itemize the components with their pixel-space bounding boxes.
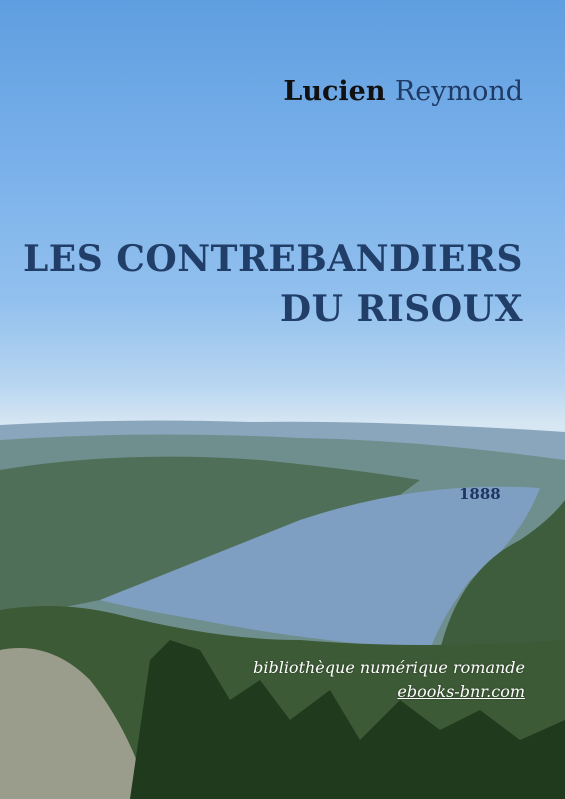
author-first-name: Lucien: [283, 76, 386, 107]
book-cover: Lucien Reymond LES CONTREBANDIERS DU RIS…: [0, 0, 565, 799]
title-line-2: DU RISOUX: [279, 288, 523, 330]
author-last-name: Reymond: [394, 76, 523, 107]
author-name: Lucien Reymond: [283, 76, 523, 107]
publisher-name: bibliothèque numérique romande: [253, 658, 525, 677]
publisher-link[interactable]: ebooks-bnr.com: [253, 680, 525, 704]
title-line-1: LES CONTREBANDIERS: [22, 238, 523, 280]
book-title: LES CONTREBANDIERS DU RISOUX: [23, 234, 523, 334]
publication-year: 1888: [459, 485, 501, 503]
publisher-block: bibliothèque numérique romande ebooks-bn…: [253, 656, 525, 704]
